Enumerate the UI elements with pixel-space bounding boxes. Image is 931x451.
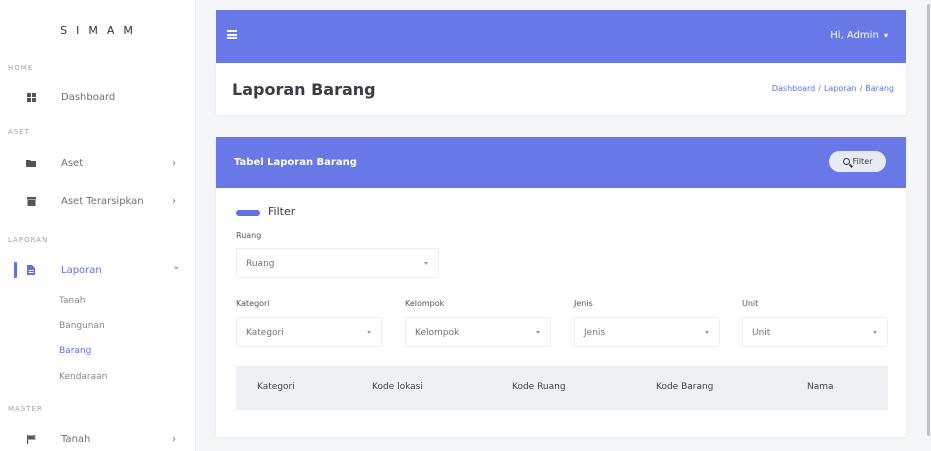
kelompok-select[interactable]: Kelompok xyxy=(405,317,551,347)
section-label-master: MASTER xyxy=(8,405,43,413)
breadcrumb-barang: Barang xyxy=(865,84,894,93)
chevron-down-icon: ⌄ xyxy=(172,261,181,272)
breadcrumb-separator: / xyxy=(859,84,863,93)
page-title: Laporan Barang xyxy=(232,80,376,99)
sidebar: SIMAM HOME Dashboard ASET Aset › Aset Te… xyxy=(0,0,196,451)
sidebar-item-label: Laporan xyxy=(61,264,102,276)
ruang-select[interactable]: Ruang xyxy=(236,248,439,278)
breadcrumb: Dashboard / Laporan / Barang xyxy=(772,84,894,93)
jenis-label: Jenis xyxy=(574,299,593,308)
sidebar-subitem-bangunan[interactable]: Bangunan xyxy=(59,321,105,331)
sidebar-item-label: Aset xyxy=(61,157,84,169)
brand-logo[interactable]: SIMAM xyxy=(0,24,196,37)
jenis-select-value: Jenis xyxy=(584,328,606,338)
sidebar-subitem-kendaraan[interactable]: Kendaraan xyxy=(59,372,107,382)
filter-button[interactable]: Filter xyxy=(829,151,886,172)
filter-button-label: Filter xyxy=(852,157,873,166)
filter-toggle[interactable] xyxy=(236,210,260,216)
kelompok-select-value: Kelompok xyxy=(415,328,460,338)
chevron-right-icon: › xyxy=(172,157,176,169)
unit-label: Unit xyxy=(742,299,759,308)
section-label-aset: ASET xyxy=(8,128,30,136)
sidebar-item-label: Aset Terarsipkan xyxy=(61,195,144,207)
card-header: Tabel Laporan Barang Filter xyxy=(216,137,906,188)
kategori-select-value: Kategori xyxy=(246,328,284,338)
unit-select[interactable]: Unit xyxy=(742,317,888,347)
kategori-select[interactable]: Kategori xyxy=(236,317,382,347)
kelompok-label: Kelompok xyxy=(405,299,445,308)
column-header-kode-ruang[interactable]: Kode Ruang xyxy=(512,382,566,392)
caret-down-icon xyxy=(536,331,540,334)
folder-icon xyxy=(26,158,36,168)
column-header-nama[interactable]: Nama xyxy=(807,382,834,392)
card-title: Tabel Laporan Barang xyxy=(234,157,357,168)
sidebar-item-aset[interactable]: Aset › xyxy=(0,152,196,174)
filter-toggle-label: Filter xyxy=(268,205,296,218)
sidebar-item-dashboard[interactable]: Dashboard xyxy=(0,86,196,108)
breadcrumb-dashboard[interactable]: Dashboard xyxy=(772,84,815,93)
column-header-kode-barang[interactable]: Kode Barang xyxy=(656,382,713,392)
user-greeting: Hi, Admin xyxy=(830,30,879,41)
kategori-label: Kategori xyxy=(236,299,270,308)
ruang-select-value: Ruang xyxy=(246,259,275,269)
caret-down-icon: ▾ xyxy=(883,31,888,40)
table-header-row: Kategori Kode lokasi Kode Ruang Kode Bar… xyxy=(236,366,888,410)
caret-down-icon xyxy=(705,331,709,334)
caret-down-icon xyxy=(367,331,371,334)
sidebar-item-aset-terarsipkan[interactable]: Aset Terarsipkan › xyxy=(0,190,196,212)
page-header-card: Laporan Barang Dashboard / Laporan / Barang xyxy=(216,63,906,115)
caret-down-icon xyxy=(424,262,428,265)
sidebar-item-label: Dashboard xyxy=(61,91,116,103)
column-header-kategori[interactable]: Kategori xyxy=(257,382,295,392)
jenis-select[interactable]: Jenis xyxy=(574,317,720,347)
section-label-home: HOME xyxy=(8,64,34,72)
sidebar-subitem-barang[interactable]: Barang xyxy=(59,346,91,356)
caret-down-icon xyxy=(873,331,877,334)
search-icon xyxy=(842,158,850,165)
chevron-right-icon: › xyxy=(172,195,176,207)
user-menu[interactable]: Hi, Admin ▾ xyxy=(830,30,888,41)
archive-icon xyxy=(26,196,36,206)
breadcrumb-laporan[interactable]: Laporan xyxy=(824,84,857,93)
scrollbar-thumb[interactable] xyxy=(927,4,930,436)
sidebar-item-laporan[interactable]: Laporan ⌄ xyxy=(0,259,196,281)
report-card: Tabel Laporan Barang Filter Filter Ruang… xyxy=(216,137,906,437)
sidebar-item-tanah[interactable]: Tanah › xyxy=(0,428,196,450)
column-header-kode-lokasi[interactable]: Kode lokasi xyxy=(372,382,423,392)
file-icon xyxy=(26,265,36,275)
ruang-label: Ruang xyxy=(236,231,262,240)
flag-icon xyxy=(26,434,36,444)
unit-select-value: Unit xyxy=(752,328,771,338)
grid-icon xyxy=(26,92,36,102)
sidebar-item-label: Tanah xyxy=(61,433,91,445)
sidebar-subitem-tanah[interactable]: Tanah xyxy=(59,296,85,306)
chevron-right-icon: › xyxy=(172,433,176,445)
breadcrumb-separator: / xyxy=(818,84,821,93)
section-label-laporan: LAPORAN xyxy=(8,236,49,244)
hamburger-menu-icon[interactable] xyxy=(227,30,237,39)
